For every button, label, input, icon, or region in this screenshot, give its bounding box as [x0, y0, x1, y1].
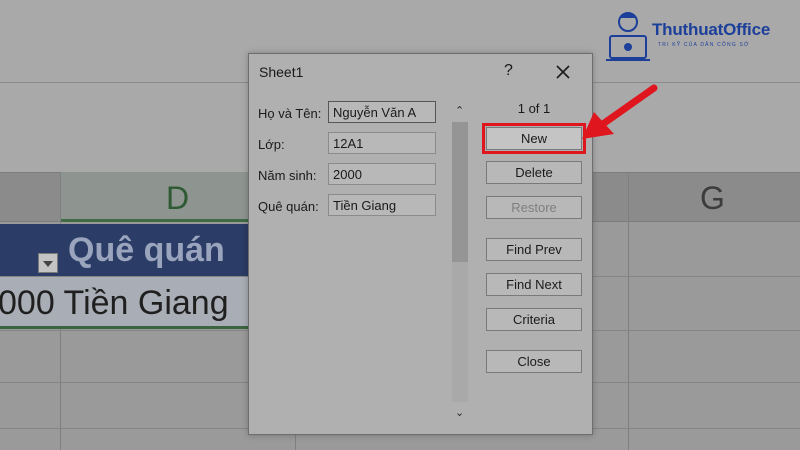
column-letter-g: G: [700, 180, 725, 216]
help-button[interactable]: ?: [504, 62, 513, 80]
data-form-dialog: Sheet1 ? Họ và Tên: Lớp: Năm sinh: Quê q…: [248, 53, 593, 435]
table-row-text: 000 Tiền Giang: [0, 284, 229, 322]
record-scrollbar[interactable]: ⌃ ⌄: [450, 104, 470, 422]
brand-logo: ThuthuatOffice TRI KỸ CỦA DÂN CÔNG SỞ: [590, 0, 800, 70]
new-button[interactable]: New: [482, 123, 586, 154]
filter-dropdown-icon[interactable]: [38, 253, 58, 273]
red-arrow-icon: [582, 84, 658, 139]
brand-name: ThuthuatOffice: [652, 20, 771, 39]
find-prev-button[interactable]: Find Prev: [486, 238, 582, 261]
restore-button[interactable]: Restore: [486, 196, 582, 219]
field-label-que-quan: Quê quán:: [258, 199, 319, 214]
scroll-thumb[interactable]: [452, 122, 468, 262]
table-header-text: Quê quán: [68, 231, 225, 269]
field-label-lop: Lớp:: [258, 137, 285, 152]
lop-input[interactable]: [328, 132, 436, 154]
ho-va-ten-input[interactable]: [328, 101, 436, 123]
grid-vline: [628, 172, 629, 450]
close-icon[interactable]: [551, 60, 575, 84]
field-label-nam-sinh: Năm sinh:: [258, 168, 317, 183]
field-label-ho-va-ten: Họ và Tên:: [258, 106, 322, 121]
column-letter-d: D: [166, 180, 190, 216]
record-counter: 1 of 1: [517, 101, 551, 116]
delete-button[interactable]: Delete: [486, 161, 582, 184]
nam-sinh-input[interactable]: [328, 163, 436, 185]
que-quan-input[interactable]: [328, 194, 436, 216]
scroll-down-icon[interactable]: ⌄: [455, 406, 464, 419]
office-worker-logo-icon: [606, 12, 650, 61]
criteria-button[interactable]: Criteria: [486, 308, 582, 331]
find-next-button[interactable]: Find Next: [486, 273, 582, 296]
brand-tagline: TRI KỸ CỦA DÂN CÔNG SỞ: [658, 42, 750, 48]
close-button[interactable]: Close: [486, 350, 582, 373]
scroll-up-icon[interactable]: ⌃: [455, 104, 464, 117]
dialog-titlebar[interactable]: Sheet1 ?: [249, 54, 592, 90]
dialog-title: Sheet1: [259, 64, 304, 80]
